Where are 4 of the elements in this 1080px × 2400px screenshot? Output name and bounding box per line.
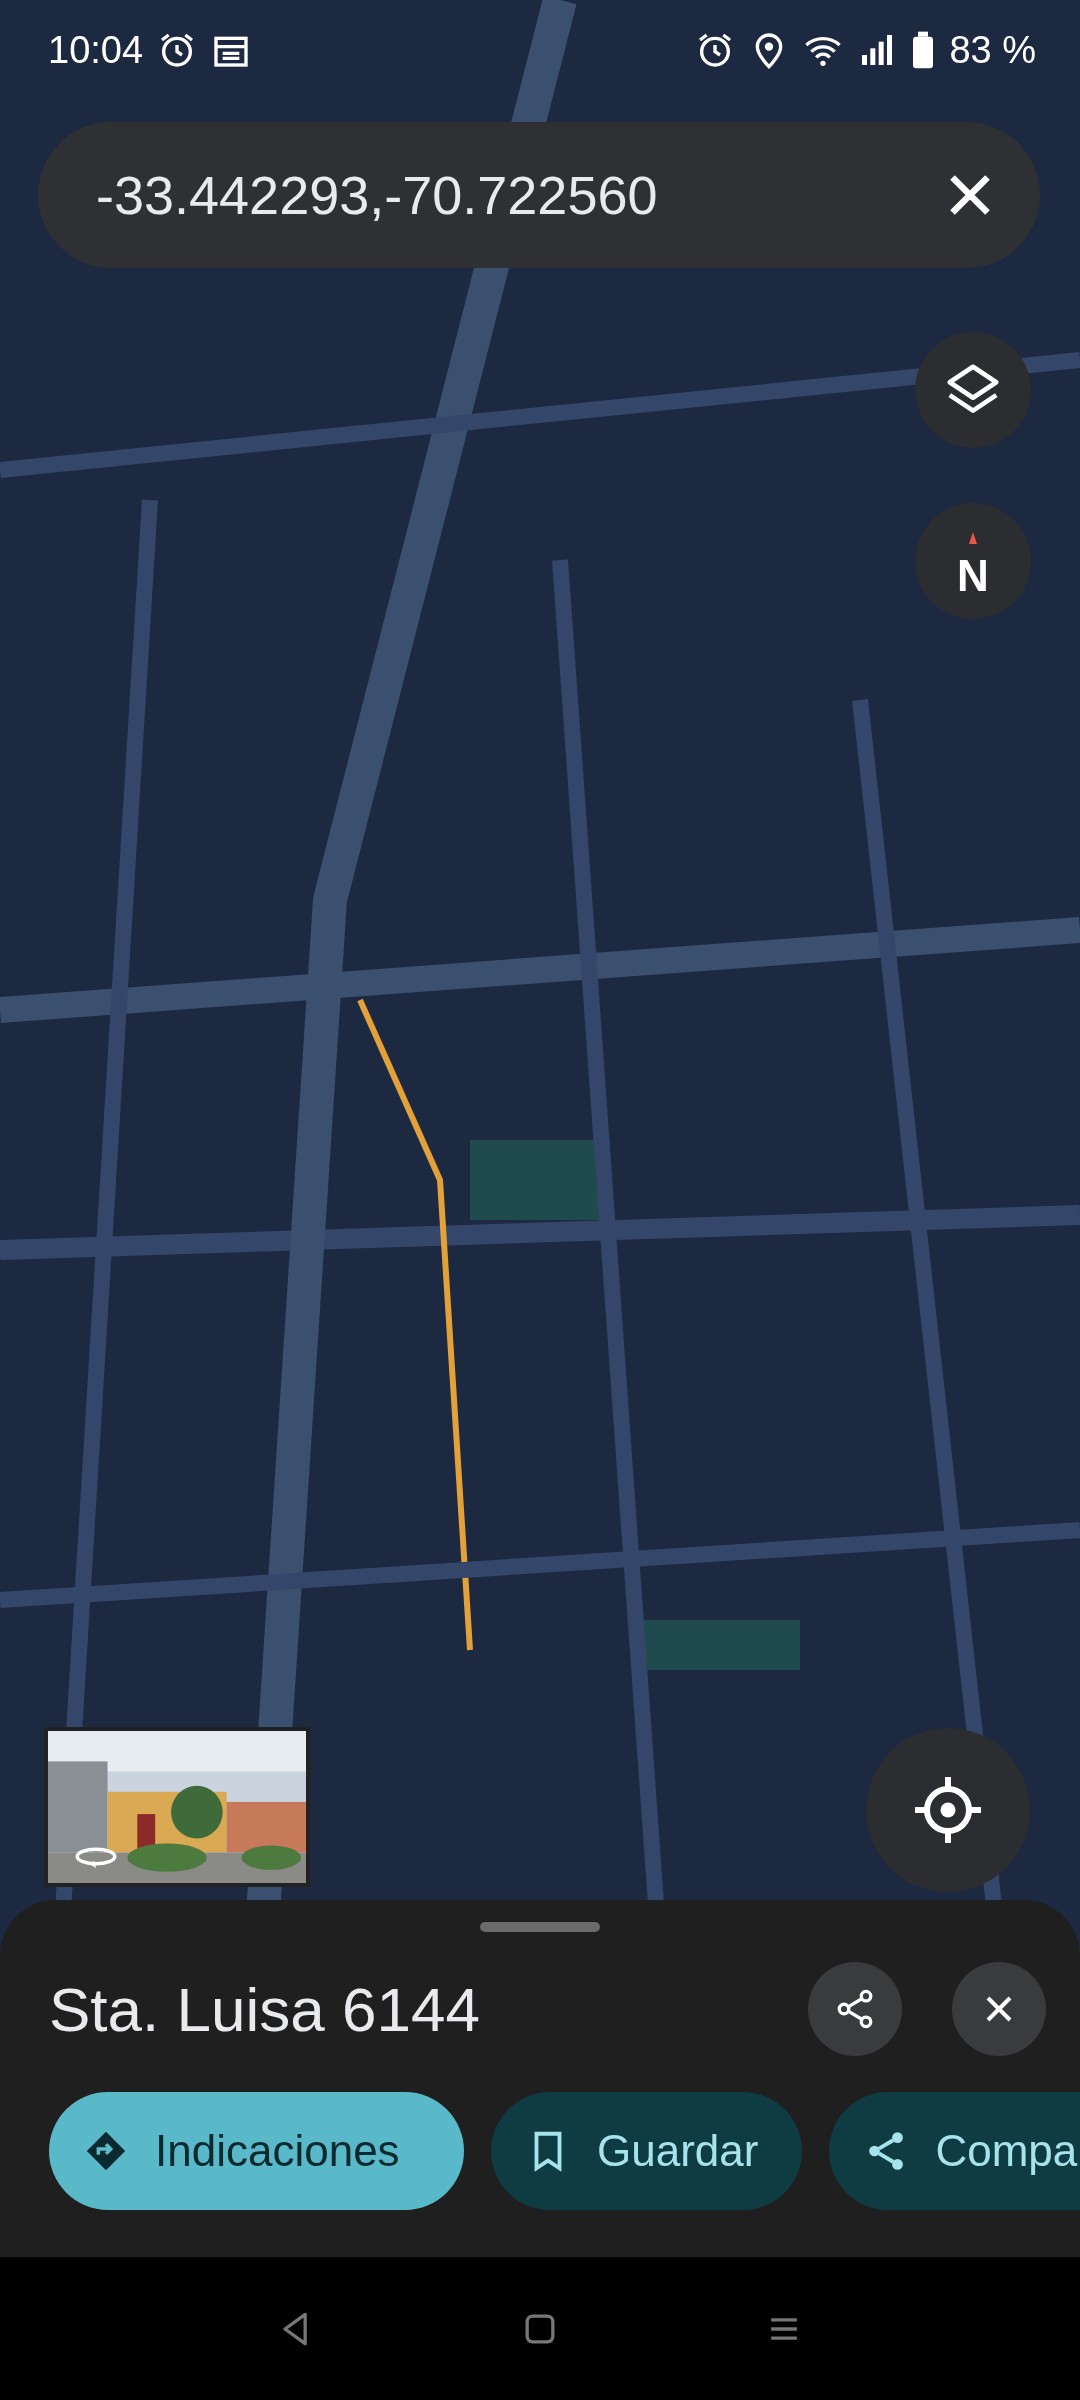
save-button[interactable]: Guardar	[491, 2092, 803, 2210]
place-title: Sta. Luisa 6144	[49, 1973, 481, 2045]
share-chip[interactable]: Compa	[829, 2092, 1080, 2210]
directions-button[interactable]: Indicaciones	[49, 2092, 464, 2210]
